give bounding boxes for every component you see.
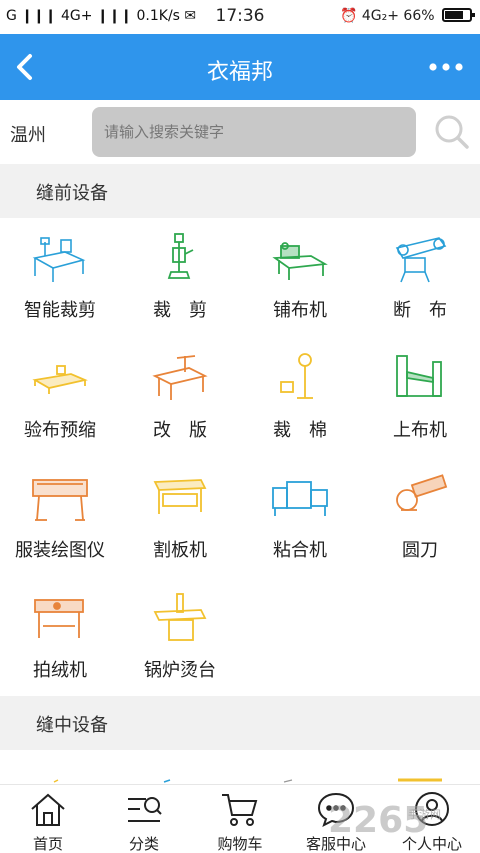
tab-home[interactable]: 首页	[0, 785, 96, 853]
status-right-info: ⏰ 4G₂+ 66%	[339, 8, 475, 24]
grid-item-round-knife[interactable]: 圆刀	[360, 458, 480, 578]
section-header-pre-sewing: 缝前设备	[0, 164, 480, 218]
section-header-mid-sewing: 缝中设备	[0, 696, 480, 750]
tab-label: 分类	[128, 835, 159, 853]
tab-customer-service[interactable]: 客服中心	[288, 785, 384, 853]
search-row: 温州	[0, 100, 480, 164]
partial-item-icon	[283, 779, 293, 783]
tab-label: 客服中心	[305, 835, 366, 853]
city-selector[interactable]: 温州	[10, 121, 46, 147]
grid-item-label: 上布机	[393, 420, 447, 441]
cutting-machine-icon	[167, 233, 194, 279]
more-dots-icon[interactable]	[426, 52, 466, 82]
grid-item-pattern[interactable]: 改 版	[120, 338, 240, 458]
partial-item-icon	[398, 778, 442, 782]
grid-item-label: 改 版	[153, 420, 207, 441]
shopping-cart-icon	[222, 794, 258, 826]
partial-item-icon	[53, 779, 59, 783]
grid-item-plotter[interactable]: 服装绘图仪	[0, 458, 120, 578]
cloth-loading-machine-icon	[396, 355, 442, 397]
tab-label: 首页	[32, 835, 63, 853]
partial-grid-row	[0, 750, 480, 784]
alarm-battery-text: ⏰ 4G₂+ 66%	[339, 8, 435, 24]
grid-item-label: 锅炉烫台	[144, 660, 216, 681]
cloth-cutter-icon	[395, 237, 447, 283]
grid-item-cutting[interactable]: 裁 剪	[120, 218, 240, 338]
user-profile-icon	[415, 792, 449, 826]
garment-plotter-icon	[32, 479, 88, 521]
flocking-machine-icon	[34, 599, 84, 638]
app-header: 衣福邦	[0, 34, 480, 100]
grid-item-label: 裁 棉	[273, 420, 327, 441]
search-icon[interactable]	[432, 112, 472, 152]
grid-item-flocking[interactable]: 拍绒机	[0, 578, 120, 698]
battery-icon	[442, 8, 475, 22]
grid-item-label: 圆刀	[402, 540, 438, 561]
grid-item-label: 服装绘图仪	[15, 540, 105, 561]
status-bar: G ❙❙❙ 4G+ ❙❙❙ 0.1K/s ✉ 17:36 ⏰ 4G₂+ 66%	[0, 0, 480, 34]
boiler-ironing-table-icon	[153, 593, 207, 641]
spreading-machine-icon	[272, 242, 328, 280]
customer-service-icon	[317, 792, 355, 827]
tab-label: 购物车	[217, 835, 263, 853]
grid-item-fusing[interactable]: 粘合机	[240, 458, 360, 578]
tab-cart[interactable]: 购物车	[192, 785, 288, 853]
grid-item-inspection[interactable]: 验布预缩	[0, 338, 120, 458]
inspection-shrink-icon	[32, 365, 88, 394]
grid-item-label: 割板机	[153, 540, 207, 561]
grid-item-board-cutter[interactable]: 割板机	[120, 458, 240, 578]
grid-item-label: 粘合机	[273, 540, 327, 561]
grid-item-ironing-table[interactable]: 锅炉烫台	[120, 578, 240, 698]
grid-item-cloth-cutter[interactable]: 断 布	[360, 218, 480, 338]
grid-item-smart-cutting[interactable]: 智能裁剪	[0, 218, 120, 338]
partial-item-icon	[163, 779, 171, 783]
round-knife-icon	[396, 474, 448, 511]
board-cutter-icon	[153, 479, 207, 514]
page-title: 衣福邦	[206, 60, 273, 85]
search-input[interactable]	[92, 107, 416, 157]
home-icon	[31, 793, 65, 826]
fusing-machine-icon	[272, 481, 328, 516]
tab-label: 个人中心	[401, 835, 462, 853]
pattern-table-icon	[152, 355, 208, 400]
grid-item-label: 拍绒机	[33, 660, 87, 681]
section-title: 缝前设备	[36, 183, 108, 204]
category-search-icon	[128, 797, 162, 822]
grid-item-label: 验布预缩	[24, 420, 96, 441]
grid-item-cloth-loading[interactable]: 上布机	[360, 338, 480, 458]
grid-item-spreading[interactable]: 铺布机	[240, 218, 360, 338]
bottom-tab-bar: 首页 分类 购物车 客服中心 个人中心	[0, 784, 480, 853]
cotton-cutter-icon	[280, 353, 313, 399]
section-title: 缝中设备	[36, 715, 108, 736]
grid-item-cotton-cutter[interactable]: 裁 棉	[240, 338, 360, 458]
smart-cutting-machine-icon	[32, 237, 86, 282]
grid-item-label: 智能裁剪	[24, 300, 96, 321]
grid-item-label: 裁 剪	[153, 300, 207, 321]
tab-category[interactable]: 分类	[96, 785, 192, 853]
tab-profile[interactable]: 个人中心	[384, 785, 480, 853]
grid-item-label: 断 布	[393, 300, 447, 321]
grid-item-label: 铺布机	[273, 300, 327, 321]
